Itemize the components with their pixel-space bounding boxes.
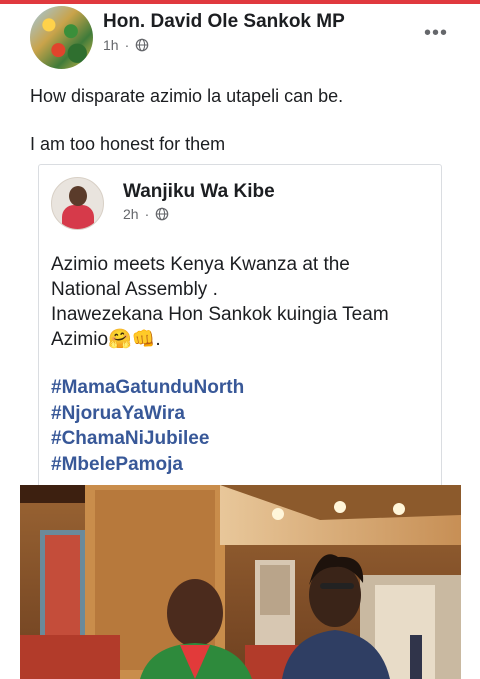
- hashtag-list: #MamaGatunduNorth #NjoruaYaWira #ChamaNi…: [51, 375, 436, 477]
- post-header: Hon. David Ole Sankok MP 1h · •••: [30, 6, 470, 70]
- globe-icon: [155, 207, 169, 221]
- hashtag-link[interactable]: #NjoruaYaWira: [51, 401, 436, 427]
- shared-body-text: Azimio: [51, 329, 109, 350]
- more-options-icon[interactable]: •••: [424, 22, 448, 45]
- shared-post-body: Azimio meets Kenya Kwanza at the Nationa…: [51, 252, 436, 352]
- shared-author-name[interactable]: Wanjiku Wa Kibe: [123, 181, 275, 203]
- hashtag-link[interactable]: #MbelePamoja: [51, 452, 436, 478]
- post-meta: 1h ·: [103, 37, 149, 53]
- emoji: 🤗👊: [108, 329, 156, 350]
- globe-icon: [135, 38, 149, 52]
- shared-post-meta: 2h ·: [123, 206, 169, 222]
- shared-photo[interactable]: [20, 485, 461, 679]
- author-name[interactable]: Hon. David Ole Sankok MP: [103, 11, 345, 33]
- top-accent-bar: [0, 0, 480, 4]
- shared-author-avatar[interactable]: [51, 177, 104, 230]
- meta-separator: ·: [124, 37, 130, 53]
- shared-post-time[interactable]: 2h: [123, 206, 139, 222]
- meta-separator: ·: [144, 206, 150, 222]
- shared-post-card[interactable]: Wanjiku Wa Kibe 2h · Azimio meets Kenya …: [38, 164, 442, 489]
- hashtag-link[interactable]: #ChamaNiJubilee: [51, 426, 436, 452]
- shared-body-line: Inawezekana Hon Sankok kuingia Team: [51, 304, 389, 325]
- hashtag-link[interactable]: #MamaGatunduNorth: [51, 375, 436, 401]
- author-avatar[interactable]: [30, 6, 93, 69]
- post-time[interactable]: 1h: [103, 37, 119, 53]
- shared-body-line: National Assembly .: [51, 279, 218, 300]
- shared-body-line: Azimio meets Kenya Kwanza at the: [51, 254, 350, 275]
- post-text-line: I am too honest for them: [30, 134, 226, 154]
- shared-body-text: .: [155, 329, 161, 350]
- photo-illustration: [20, 485, 461, 679]
- shared-body-line: Azimio🤗👊.: [51, 327, 436, 352]
- post-text-line: How disparate azimio la utapeli can be.: [30, 86, 344, 106]
